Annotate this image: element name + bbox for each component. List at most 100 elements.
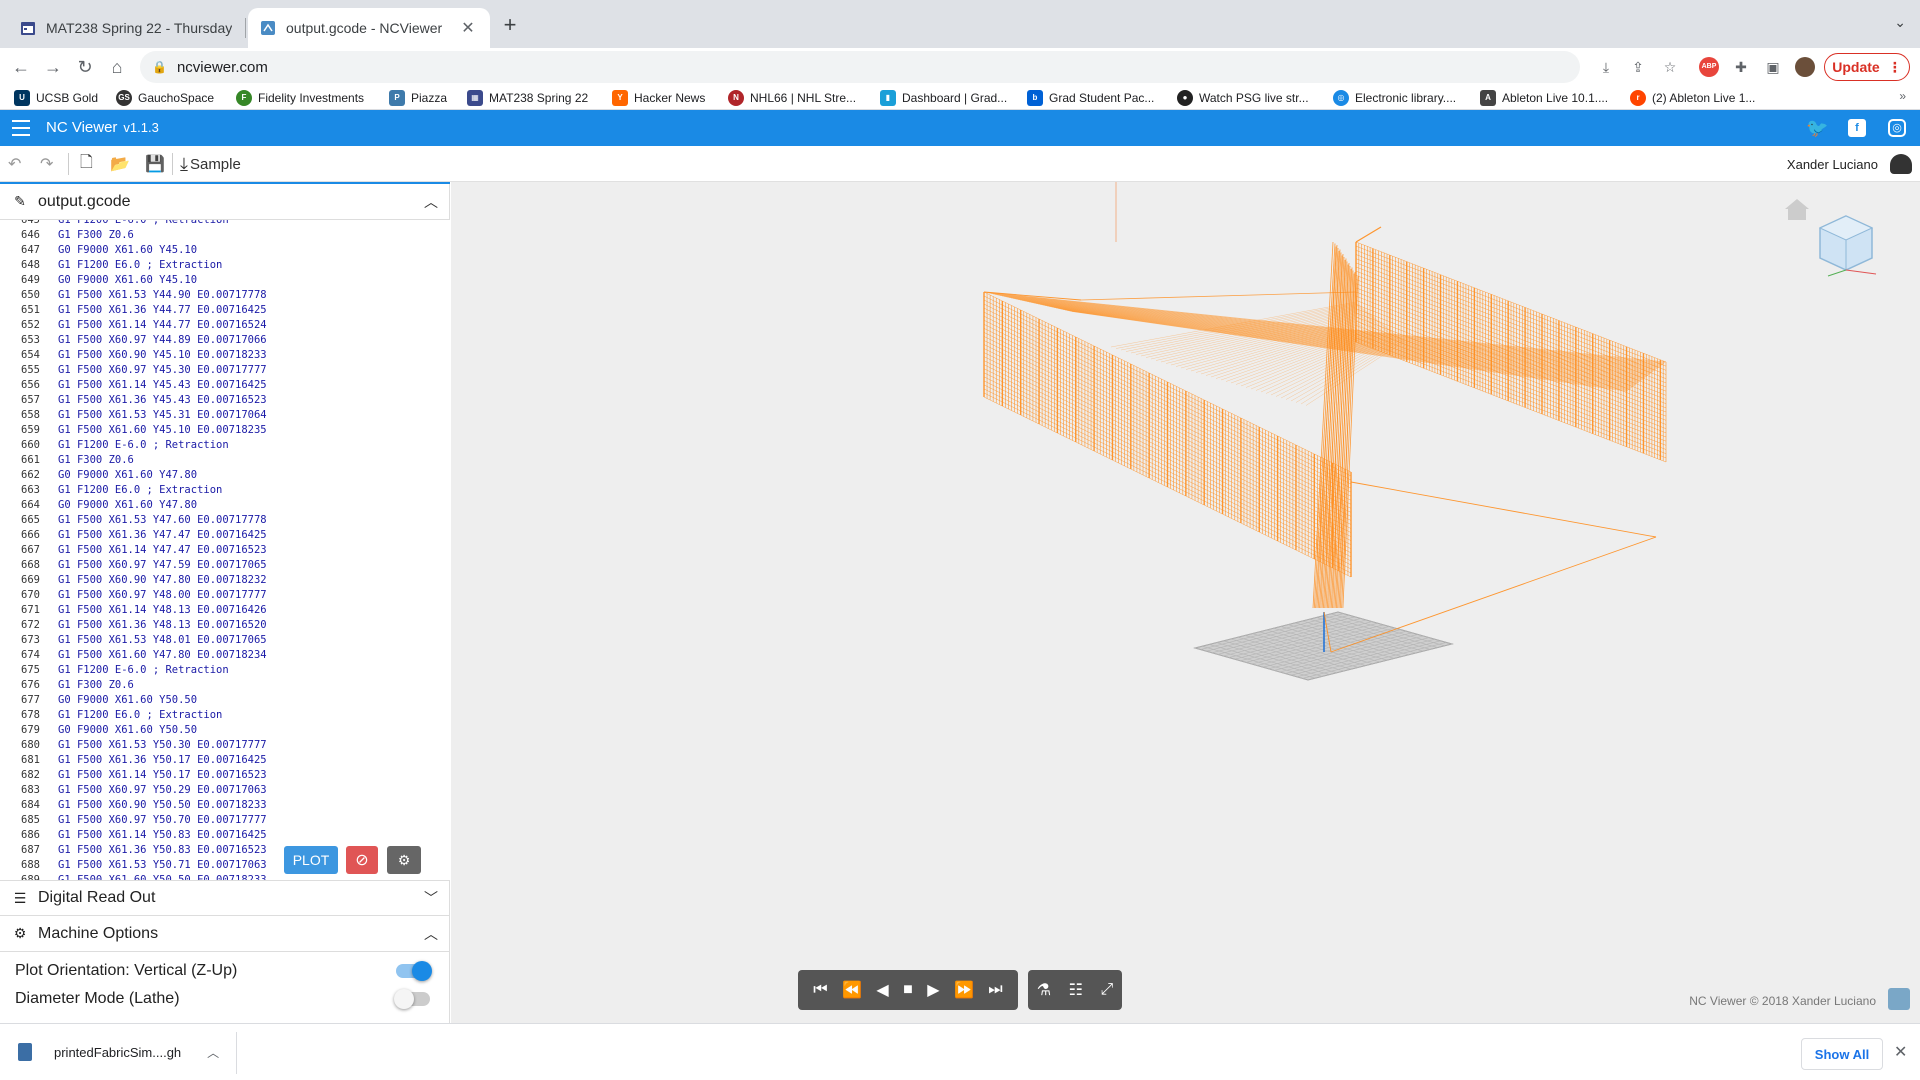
- gcode-line[interactable]: 645 G1 F1200 E-6.0 ; Retraction: [0, 220, 450, 228]
- chevron-down-icon[interactable]: ﹀: [424, 888, 438, 908]
- address-bar[interactable]: 🔒 ncviewer.com: [140, 51, 1580, 83]
- browser-tab-mat238[interactable]: MAT238 Spring 22 - Thursday: [8, 8, 244, 48]
- download-item[interactable]: printedFabricSim....gh ︿: [18, 1038, 219, 1066]
- gcode-line[interactable]: 655 G1 F500 X60.97 Y45.30 E0.00717777: [0, 363, 450, 378]
- reload-icon[interactable]: ↻: [72, 54, 98, 80]
- bookmark-psg[interactable]: ● Watch PSG live str...: [1177, 88, 1309, 108]
- gcode-line[interactable]: 664 G0 F9000 X61.60 Y47.80: [0, 498, 450, 513]
- bookmark-reddit-ableton[interactable]: r (2) Ableton Live 1...: [1630, 88, 1755, 108]
- new-file-icon[interactable]: 🗋: [80, 153, 93, 175]
- more-bookmarks-chevron-icon[interactable]: »: [1899, 89, 1906, 103]
- back-arrow-icon[interactable]: ←: [8, 54, 34, 80]
- twitter-icon[interactable]: 🐦: [1806, 119, 1828, 137]
- extensions-puzzle-icon[interactable]: ✚: [1731, 57, 1751, 77]
- bookmark-dashboard[interactable]: ▮ Dashboard | Grad...: [880, 88, 1007, 108]
- sliders-icon[interactable]: ☷: [1069, 980, 1083, 1000]
- undo-icon[interactable]: ↶: [8, 153, 21, 175]
- lock-icon[interactable]: 🔒: [152, 60, 167, 74]
- step-back-icon[interactable]: ⏪: [842, 980, 862, 1000]
- speedometer-icon[interactable]: [1890, 154, 1912, 174]
- gcode-line[interactable]: 670 G1 F500 X60.97 Y48.00 E0.00717777: [0, 588, 450, 603]
- flask-icon[interactable]: ⚗: [1037, 980, 1051, 1000]
- diameter-mode-toggle[interactable]: [394, 989, 430, 1009]
- facebook-icon[interactable]: f: [1848, 119, 1866, 137]
- update-button[interactable]: Update ⋮: [1824, 53, 1910, 81]
- browser-tab-ncviewer[interactable]: output.gcode - NCViewer ✕: [248, 8, 490, 48]
- gcode-line[interactable]: 679 G0 F9000 X61.60 Y50.50: [0, 723, 450, 738]
- machine-options-header[interactable]: ⚙ Machine Options ︿: [0, 916, 450, 952]
- gcode-line[interactable]: 672 G1 F500 X61.36 Y48.13 E0.00716520: [0, 618, 450, 633]
- close-icon[interactable]: ✕: [1894, 1042, 1907, 1062]
- gcode-line[interactable]: 657 G1 F500 X61.36 Y45.43 E0.00716523: [0, 393, 450, 408]
- bookmark-fidelity[interactable]: F Fidelity Investments: [236, 88, 364, 108]
- chevron-up-icon[interactable]: ︿: [207, 1044, 219, 1061]
- bookmark-nhl66[interactable]: N NHL66 | NHL Stre...: [728, 88, 856, 108]
- user-name[interactable]: Xander Luciano: [1787, 157, 1878, 172]
- gcode-line[interactable]: 677 G0 F9000 X61.60 Y50.50: [0, 693, 450, 708]
- code-panel-header[interactable]: ✎ output.gcode ︿: [0, 182, 450, 220]
- gcode-line[interactable]: 659 G1 F500 X61.60 Y45.10 E0.00718235: [0, 423, 450, 438]
- fullscreen-icon[interactable]: ⤢: [1100, 981, 1113, 999]
- install-app-icon[interactable]: ⤓: [1596, 57, 1616, 77]
- ncviewer-logo-icon[interactable]: [1888, 988, 1910, 1010]
- gcode-line[interactable]: 689 G1 F500 X61.60 Y50.50 E0.00718233: [0, 873, 450, 880]
- bookmark-ableton[interactable]: A Ableton Live 10.1....: [1480, 88, 1608, 108]
- gcode-line[interactable]: 648 G1 F1200 E6.0 ; Extraction: [0, 258, 450, 273]
- gcode-line[interactable]: 686 G1 F500 X61.14 Y50.83 E0.00716425: [0, 828, 450, 843]
- gcode-line[interactable]: 652 G1 F500 X61.14 Y44.77 E0.00716524: [0, 318, 450, 333]
- dro-panel-header[interactable]: ☰ Digital Read Out ﹀: [0, 880, 450, 916]
- gcode-line[interactable]: 678 G1 F1200 E6.0 ; Extraction: [0, 708, 450, 723]
- gcode-line[interactable]: 687 G1 F500 X61.36 Y50.83 E0.00716523: [0, 843, 450, 858]
- gcode-line[interactable]: 688 G1 F500 X61.53 Y50.71 E0.00717063: [0, 858, 450, 873]
- bookmark-ucsb-gold[interactable]: U UCSB Gold: [14, 88, 98, 108]
- forward-arrow-icon[interactable]: →: [40, 54, 66, 80]
- gcode-line[interactable]: 674 G1 F500 X61.60 Y47.80 E0.00718234: [0, 648, 450, 663]
- save-disk-icon[interactable]: 💾: [145, 153, 165, 175]
- gcode-line[interactable]: 684 G1 F500 X60.90 Y50.50 E0.00718233: [0, 798, 450, 813]
- toolpath-render[interactable]: [451, 182, 1920, 1023]
- chevron-up-icon[interactable]: ︿: [424, 924, 438, 944]
- chevron-up-icon[interactable]: ︿: [424, 192, 438, 212]
- toolpath-viewport[interactable]: ⏮ ⏪ ◀ ■ ▶ ⏩ ⏭ ⚗ ☷ ⤢ NC Viewer © 2018 Xan…: [451, 182, 1920, 1023]
- gcode-line[interactable]: 663 G1 F1200 E6.0 ; Extraction: [0, 483, 450, 498]
- gcode-line[interactable]: 660 G1 F1200 E-6.0 ; Retraction: [0, 438, 450, 453]
- show-all-button[interactable]: Show All: [1801, 1038, 1883, 1070]
- bookmark-star-icon[interactable]: ☆: [1660, 57, 1680, 77]
- gcode-line[interactable]: 667 G1 F500 X61.14 Y47.47 E0.00716523: [0, 543, 450, 558]
- stop-icon[interactable]: ■: [903, 981, 913, 999]
- gcode-line[interactable]: 656 G1 F500 X61.14 Y45.43 E0.00716425: [0, 378, 450, 393]
- plot-button[interactable]: PLOT: [284, 846, 338, 874]
- gcode-line[interactable]: 666 G1 F500 X61.36 Y47.47 E0.00716425: [0, 528, 450, 543]
- share-icon[interactable]: ⇪: [1628, 57, 1648, 77]
- skip-to-end-icon[interactable]: ⏭: [988, 981, 1002, 999]
- gcode-line[interactable]: 668 G1 F500 X60.97 Y47.59 E0.00717065: [0, 558, 450, 573]
- skip-to-start-icon[interactable]: ⏮: [813, 981, 827, 999]
- bookmark-grad-student[interactable]: b Grad Student Pac...: [1027, 88, 1154, 108]
- adblock-icon[interactable]: ABP: [1699, 57, 1719, 77]
- sample-button[interactable]: ⤓ Sample: [180, 153, 241, 175]
- gcode-line[interactable]: 646 G1 F300 Z0.6: [0, 228, 450, 243]
- bookmark-electronic-library[interactable]: ◎ Electronic library....: [1333, 88, 1456, 108]
- gcode-line[interactable]: 662 G0 F9000 X61.60 Y47.80: [0, 468, 450, 483]
- gcode-editor[interactable]: 645 G1 F1200 E-6.0 ; Retraction 646 G1 F300…: [0, 220, 450, 880]
- bookmark-mat238[interactable]: ▦ MAT238 Spring 22: [467, 88, 588, 108]
- gcode-line[interactable]: 650 G1 F500 X61.53 Y44.90 E0.00717778: [0, 288, 450, 303]
- gcode-line[interactable]: 653 G1 F500 X60.97 Y44.89 E0.00717066: [0, 333, 450, 348]
- step-forward-icon[interactable]: ⏩: [954, 980, 974, 1000]
- play-icon[interactable]: ▶: [927, 980, 939, 1000]
- gcode-line[interactable]: 669 G1 F500 X60.90 Y47.80 E0.00718232: [0, 573, 450, 588]
- plot-orientation-toggle[interactable]: [396, 961, 432, 981]
- play-reverse-icon[interactable]: ◀: [876, 980, 888, 1000]
- gcode-line[interactable]: 681 G1 F500 X61.36 Y50.17 E0.00716425: [0, 753, 450, 768]
- gcode-line[interactable]: 647 G0 F9000 X61.60 Y45.10: [0, 243, 450, 258]
- gcode-line[interactable]: 665 G1 F500 X61.53 Y47.60 E0.00717778: [0, 513, 450, 528]
- gcode-line[interactable]: 680 G1 F500 X61.53 Y50.30 E0.00717777: [0, 738, 450, 753]
- reading-list-icon[interactable]: ▣: [1763, 57, 1783, 77]
- bookmark-hacker-news[interactable]: Y Hacker News: [612, 88, 705, 108]
- hamburger-menu-icon[interactable]: [12, 120, 30, 136]
- cancel-icon[interactable]: ⊘: [346, 846, 378, 874]
- new-tab-button[interactable]: +: [496, 12, 524, 40]
- instagram-icon[interactable]: ◎: [1888, 119, 1906, 137]
- open-folder-icon[interactable]: 📂: [110, 153, 130, 175]
- home-icon[interactable]: ⌂: [104, 54, 130, 80]
